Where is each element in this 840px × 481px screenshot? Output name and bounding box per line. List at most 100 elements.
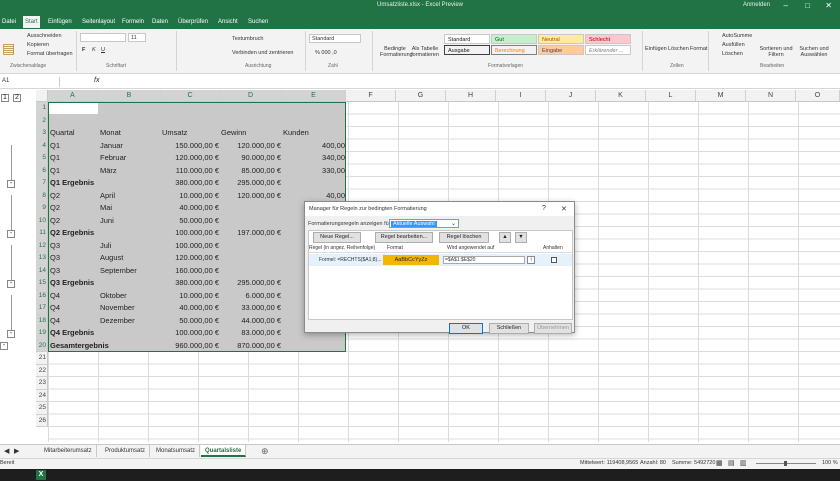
column-header-i[interactable]: I [496,90,546,102]
row-header-16[interactable]: 16 [36,289,48,302]
cell-b20[interactable] [100,340,161,352]
paste-icon[interactable]: ▤ [2,40,15,57]
formula-input[interactable] [104,77,834,87]
cell-a9[interactable]: Q2 [50,202,98,214]
tab-start[interactable]: Start [23,16,40,28]
cell-a13[interactable]: Q3 [50,252,98,264]
row-header-9[interactable]: 9 [36,202,48,215]
range-select-icon[interactable]: ↑ [527,256,535,264]
collapse-group-total[interactable]: - [0,342,8,350]
name-box[interactable]: A1 [0,77,60,87]
close-window-button[interactable]: ✕ [825,1,832,10]
cell-d13[interactable] [221,252,281,264]
font-name-select[interactable] [80,33,126,42]
cell-a18[interactable]: Q4 [50,315,98,327]
move-down-icon[interactable]: ▼ [515,232,527,243]
row-header-2[interactable]: 2 [36,114,48,127]
sheet-tab-monatsumsatz[interactable]: Monatsumsatz [152,445,201,457]
sheet-tab-quartalsliste[interactable]: Quartalsliste [201,445,247,457]
move-up-icon[interactable]: ▲ [499,232,511,243]
rule-row[interactable]: Formel: =RECHTS($A1;8)... AaBbCcYyZz =$A… [309,254,572,266]
fill-button[interactable]: Ausfüllen [722,42,745,48]
style-neutral[interactable]: Neutral [538,34,584,44]
cell-a7[interactable]: Q1 Ergebnis [50,177,98,189]
row-header-5[interactable]: 5 [36,152,48,165]
column-header-b[interactable]: B [98,90,161,102]
cell-a12[interactable]: Q3 [50,240,98,252]
row-header-14[interactable]: 14 [36,264,48,277]
cell-d18[interactable]: 44.000,00 € [221,315,281,327]
format-cells-button[interactable]: Format [690,46,707,52]
row-header-26[interactable]: 26 [36,414,48,427]
cell-a17[interactable]: Q4 [50,302,98,314]
cell-d7[interactable]: 295.000,00 € [221,177,281,189]
row-header-11[interactable]: 11 [36,227,48,240]
cell-b8[interactable]: April [100,190,161,202]
minimize-button[interactable]: – [784,1,788,10]
row-header-19[interactable]: 19 [36,327,48,340]
cell-e5[interactable]: 340,00 [283,152,345,164]
maximize-button[interactable]: □ [805,1,810,10]
cell-a6[interactable]: Q1 [50,165,98,177]
active-cell-a1[interactable] [49,103,98,114]
cell-a19[interactable]: Q4 Ergebnis [50,327,98,339]
ok-button[interactable]: OK [449,323,483,334]
style-gut[interactable]: Gut [491,34,537,44]
delete-rule-button[interactable]: Regel löschen [439,232,489,243]
help-icon[interactable]: ? [542,205,546,212]
cell-c7[interactable]: 380.000,00 € [162,177,219,189]
delete-cells-button[interactable]: Löschen [668,46,689,52]
select-all-corner[interactable] [36,90,48,102]
style-eingabe[interactable]: Eingabe [538,45,584,55]
next-sheet-icon[interactable]: ▶ [14,447,19,455]
row-header-22[interactable]: 22 [36,364,48,377]
cell-b19[interactable] [100,327,161,339]
fx-icon[interactable]: fx [94,77,99,84]
cell-d16[interactable]: 6.000,00 € [221,290,281,302]
close-button[interactable]: Schließen [489,323,529,334]
cell-b9[interactable]: Mai [100,202,161,214]
prev-sheet-icon[interactable]: ◀ [4,447,9,455]
cell-c18[interactable]: 50.000,00 € [162,315,219,327]
tab-einfuegen[interactable]: Einfügen [46,16,74,28]
row-header-4[interactable]: 4 [36,139,48,152]
cell-c20[interactable]: 960.000,00 € [162,340,219,352]
collapse-group-q2[interactable]: - [7,230,15,238]
number-format-icons[interactable]: % 000 ,0 [315,50,337,56]
cell-e8[interactable]: 40,00 [283,190,345,202]
column-header-j[interactable]: J [546,90,596,102]
column-header-h[interactable]: H [446,90,496,102]
column-header-g[interactable]: G [396,90,446,102]
show-rules-select[interactable]: Aktuelle Auswahl ⌄ [389,219,459,228]
edit-rule-button[interactable]: Regel bearbeiten... [375,232,433,243]
column-header-f[interactable]: F [346,90,396,102]
style-schlecht[interactable]: Schlecht [585,34,631,44]
row-header-21[interactable]: 21 [36,352,48,365]
cell-b5[interactable]: Februar [100,152,161,164]
cell-a10[interactable]: Q2 [50,215,98,227]
zoom-slider-thumb[interactable] [784,461,787,466]
row-header-20[interactable]: 20 [36,339,48,352]
sheet-tab-produktumsatz[interactable]: Produktumsatz [101,445,151,457]
zoom-level[interactable]: 100 % [822,460,838,466]
new-rule-button[interactable]: Neue Regel... [313,232,361,243]
column-header-o[interactable]: O [796,90,840,102]
cell-c4[interactable]: 150.000,00 € [162,140,219,152]
cell-a15[interactable]: Q3 Ergebnis [50,277,98,289]
cell-c5[interactable]: 120.000,00 € [162,152,219,164]
format-painter-button[interactable]: Format übertragen [27,51,73,57]
format-as-table-button[interactable]: Als Tabelle formatieren [410,46,440,58]
cell-c10[interactable]: 50.000,00 € [162,215,219,227]
cell-d11[interactable]: 197.000,00 € [221,227,281,239]
row-header-12[interactable]: 12 [36,239,48,252]
outline-level-1-button[interactable]: 1 [1,94,9,102]
outline-level-2-button[interactable]: 2 [13,94,21,102]
cell-a5[interactable]: Q1 [50,152,98,164]
row-header-15[interactable]: 15 [36,277,48,290]
row-header-18[interactable]: 18 [36,314,48,327]
underline-button[interactable]: U [101,47,105,53]
cell-c3[interactable]: Umsatz [162,127,219,139]
tab-ansicht[interactable]: Ansicht [216,16,240,28]
tab-seitenlayout[interactable]: Seitenlayout [80,16,117,28]
insert-cells-button[interactable]: Einfügen [645,46,667,52]
